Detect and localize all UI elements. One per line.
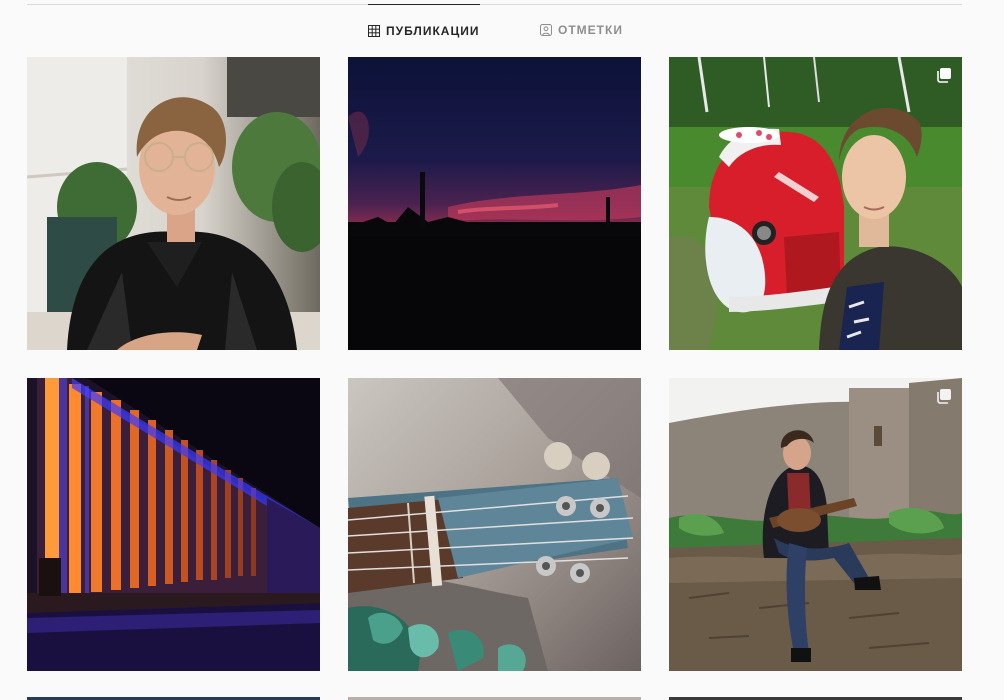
post-tile[interactable] <box>27 57 320 350</box>
post-tile[interactable] <box>27 378 320 671</box>
post-tile[interactable] <box>348 378 641 671</box>
tab-posts-label: ПУБЛИКАЦИИ <box>386 23 480 38</box>
grid-icon <box>368 24 380 37</box>
multiple-photos-icon <box>936 388 952 404</box>
post-photo-ukulele-closeup <box>348 378 641 671</box>
post-photo-red-car <box>669 57 962 350</box>
profile-tabs: ПУБЛИКАЦИИ ОТМЕТКИ <box>0 4 1004 56</box>
multiple-photos-icon <box>936 67 952 83</box>
tagged-person-icon <box>540 24 552 36</box>
post-tile[interactable] <box>348 57 641 350</box>
post-photo-building <box>27 378 320 671</box>
post-tile[interactable] <box>669 57 962 350</box>
tab-tagged[interactable]: ОТМЕТКИ <box>540 4 630 56</box>
tab-posts[interactable]: ПУБЛИКАЦИИ <box>368 4 480 56</box>
post-tile[interactable] <box>669 378 962 671</box>
profile-posts-page: ПУБЛИКАЦИИ ОТМЕТКИ <box>0 0 1004 700</box>
post-photo-portrait <box>27 57 320 350</box>
post-photo-ukulele-player <box>669 378 962 671</box>
post-photo-sunset <box>348 57 641 350</box>
tab-tagged-label: ОТМЕТКИ <box>558 23 623 37</box>
